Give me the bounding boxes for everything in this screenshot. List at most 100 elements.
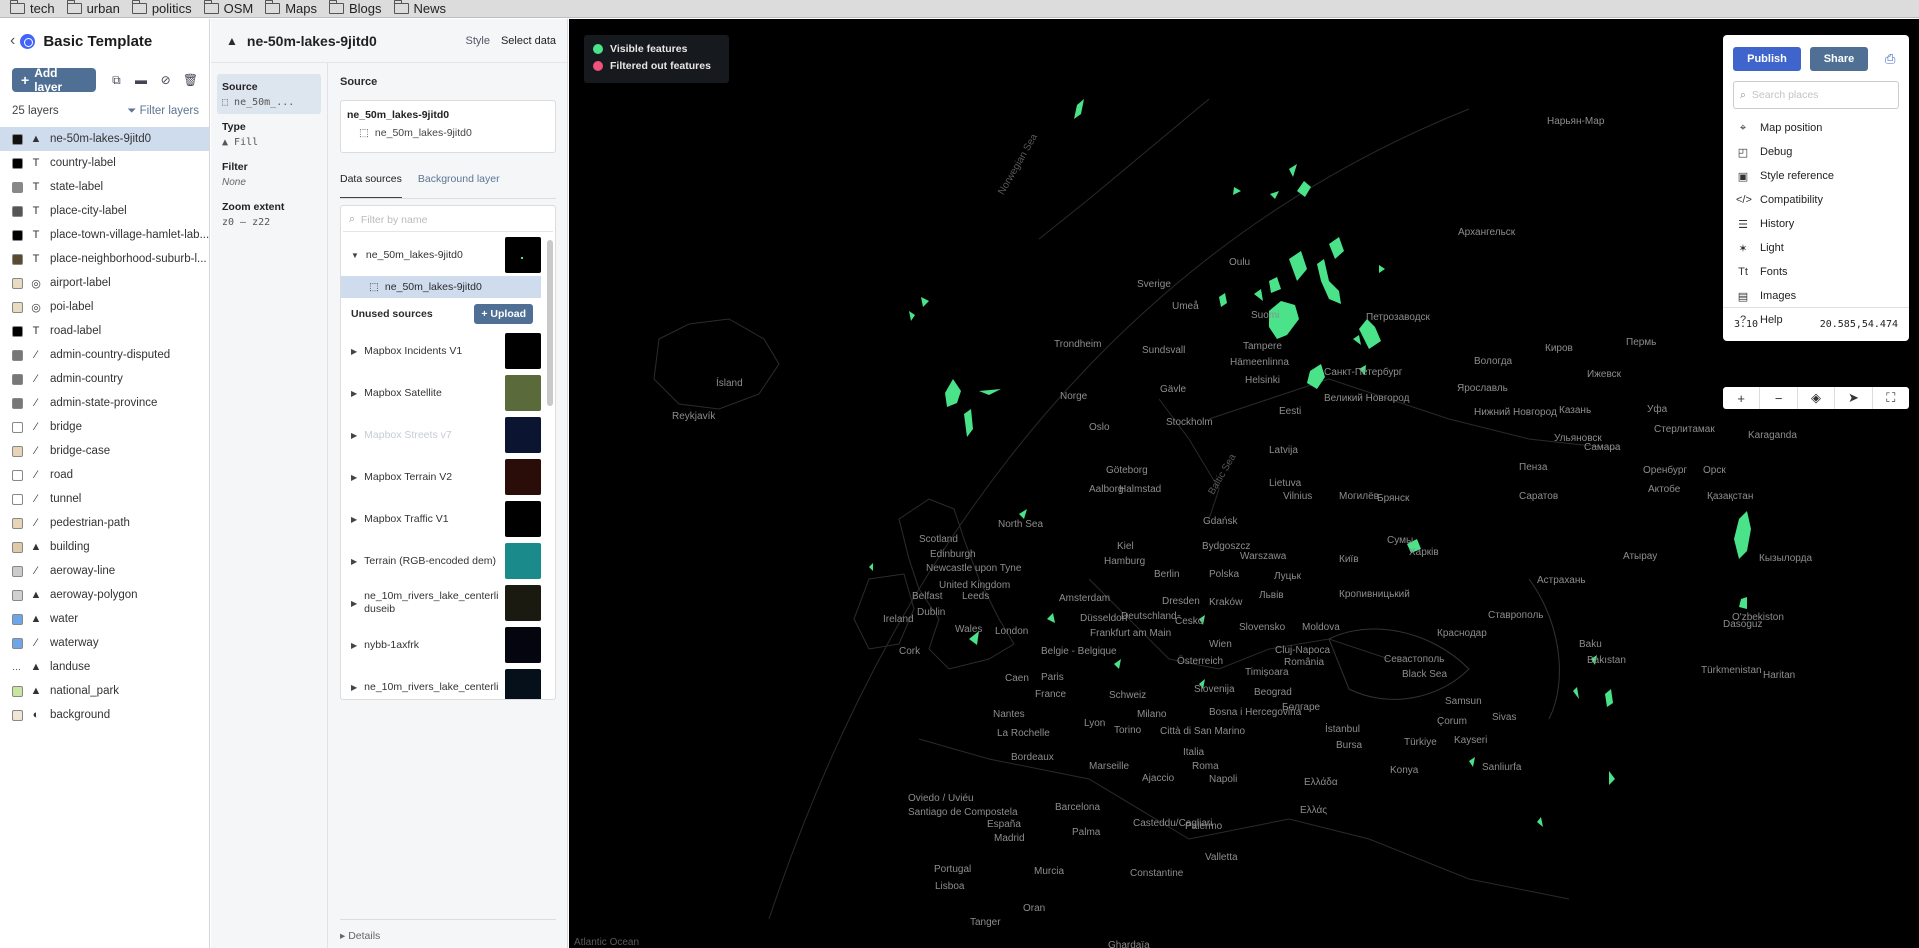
place-label: Санкт-Петербург — [1324, 367, 1403, 378]
menu-item-debug[interactable]: ◰ Debug — [1723, 140, 1909, 164]
zoom-out-button[interactable]: − — [1760, 387, 1798, 409]
add-layer-button[interactable]: + Add layer — [12, 66, 97, 94]
layer-row-airport-label[interactable]: ◎ airport-label — [0, 271, 209, 295]
menu-item-light[interactable]: ✶ Light — [1723, 236, 1909, 260]
filter-property[interactable]: Filter None — [211, 154, 321, 194]
layer-row-admin-state-province[interactable]: ⁄ admin-state-province — [0, 391, 209, 415]
layer-row-landuse[interactable]: … ▲ landuse — [0, 655, 209, 679]
layer-row-water[interactable]: ▲ water — [0, 607, 209, 631]
map-canvas[interactable]: Нарьян-Мар Архангельск Oulu Sverige Umeå Suom… — [569, 19, 1919, 948]
source-list-scrollbar[interactable] — [547, 240, 553, 406]
layer-color-swatch — [12, 181, 23, 193]
unused-source-row[interactable]: ▶ ne_10m_rivers_lake_centerli — [341, 666, 541, 699]
bookmark-politics[interactable]: politics — [131, 0, 192, 16]
unused-source-row[interactable]: ▶ Mapbox Traffic V1 — [341, 498, 541, 540]
source-search-placeholder: Filter by name — [360, 213, 428, 226]
layer-row-place-neighborhood-suburb-l...[interactable]: Tplace-neighborhood-suburb-l... — [0, 247, 209, 271]
place-label: Çorum — [1437, 716, 1468, 727]
details-toggle[interactable]: ▸ Details — [340, 919, 556, 942]
layer-row-background[interactable]: ◐ background — [0, 703, 209, 727]
layer-row-national_park[interactable]: ▲ national_park — [0, 679, 209, 703]
layer-row-building[interactable]: ▲ building — [0, 535, 209, 559]
unused-source-row[interactable]: ▶ Mapbox Satellite — [341, 372, 541, 414]
menu-item-map-position[interactable]: ⌖ Map position — [1723, 116, 1909, 140]
layer-row-poi-label[interactable]: ◎ poi-label — [0, 295, 209, 319]
bookmark-maps[interactable]: Maps — [265, 0, 317, 16]
search-icon: ⌕ — [1740, 88, 1746, 101]
menu-item-compatibility[interactable]: </> Compatibility — [1723, 188, 1909, 212]
unused-source-row[interactable]: ▶ Mapbox Terrain V2 — [341, 456, 541, 498]
background-type-icon: ◐ — [32, 709, 40, 721]
place-label: Eesti — [1279, 406, 1302, 417]
style-title[interactable]: Basic Template — [43, 33, 152, 50]
layer-row-ne-50m-lakes-9jitd0[interactable]: ▲ ne-50m-lakes-9jitd0 — [0, 127, 209, 151]
back-icon[interactable]: ‹ — [10, 32, 15, 50]
unused-source-row[interactable]: ▶ Terrain (RGB-encoded dem) — [341, 540, 541, 582]
share-button[interactable]: Share — [1810, 47, 1868, 71]
bookmark-blogs[interactable]: Blogs — [329, 0, 382, 16]
layer-row-waterway[interactable]: ⁄ waterway — [0, 631, 209, 655]
compass-button[interactable]: ➤ — [1835, 387, 1873, 409]
layer-row-place-city-label[interactable]: Tplace-city-label — [0, 199, 209, 223]
layer-title[interactable]: ne-50m-lakes-9jitd0 — [247, 33, 377, 49]
source-search-input[interactable]: ⌕ Filter by name — [343, 208, 553, 232]
source-property[interactable]: Source ⬚ ne_50m_... — [217, 74, 321, 114]
lake-balkhash-feature — [1734, 511, 1751, 559]
current-source-card[interactable]: ne_50m_lakes-9jitd0 ⬚ ne_50m_lakes-9jitd0 — [340, 100, 556, 153]
layer-name: admin-country — [50, 373, 123, 385]
publish-button[interactable]: Publish — [1733, 47, 1801, 71]
unused-source-row[interactable]: ▶ Mapbox Incidents V1 — [341, 330, 541, 372]
zoom-in-button[interactable]: + — [1723, 387, 1761, 409]
duplicate-icon[interactable]: ⧉ — [110, 73, 123, 87]
tab-background-layer[interactable]: Background layer — [418, 173, 500, 198]
folder-icon[interactable]: ▬ — [135, 73, 148, 87]
layer-color-swatch — [12, 517, 23, 529]
bookmark-osm[interactable]: OSM — [203, 0, 253, 16]
fullscreen-button[interactable]: ⛶ — [1873, 387, 1909, 409]
layer-row-place-town-village-hamlet-lab...[interactable]: Tplace-town-village-hamlet-lab... — [0, 223, 209, 247]
layer-row-pedestrian-path[interactable]: ⁄ pedestrian-path — [0, 511, 209, 535]
search-places-input[interactable]: ⌕ Search places — [1733, 81, 1899, 109]
layer-row-admin-country[interactable]: ⁄ admin-country — [0, 367, 209, 391]
inspect-button[interactable]: ◈ — [1798, 387, 1836, 409]
hide-icon[interactable]: ⊘ — [159, 73, 172, 87]
caret-right-icon: ▶ — [351, 346, 358, 356]
layer-row-state-label[interactable]: Tstate-label — [0, 175, 209, 199]
layer-row-road-label[interactable]: Troad-label — [0, 319, 209, 343]
tab-select-data[interactable]: Select data — [501, 35, 556, 47]
unused-source-row[interactable]: ▶ Mapbox Streets v7 — [341, 414, 541, 456]
used-source-row[interactable]: ▼ ne_50m_lakes-9jitd0 — [341, 234, 541, 276]
layer-row-bridge-case[interactable]: ⁄ bridge-case — [0, 439, 209, 463]
bookmark-label: urban — [86, 1, 120, 16]
menu-item-style-reference[interactable]: ▣ Style reference — [1723, 164, 1909, 188]
menu-item-history[interactable]: ☰ History — [1723, 212, 1909, 236]
zoom-property[interactable]: Zoom extent z0 — z22 — [211, 194, 321, 234]
layer-row-bridge[interactable]: ⁄ bridge — [0, 415, 209, 439]
filter-layers-button[interactable]: ⏷ Filter layers — [127, 105, 199, 118]
place-label: Valletta — [1205, 852, 1238, 863]
upload-button[interactable]: + Upload — [474, 304, 533, 324]
layer-row-road[interactable]: ⁄ road — [0, 463, 209, 487]
place-label: Trondheim — [1054, 339, 1102, 350]
tab-style[interactable]: Style — [465, 35, 489, 47]
tab-data-sources[interactable]: Data sources — [340, 173, 402, 198]
bookmark-urban[interactable]: urban — [66, 0, 120, 16]
bookmark-news[interactable]: News — [393, 0, 446, 16]
folder-icon — [10, 0, 25, 14]
layer-row-aeroway-line[interactable]: ⁄ aeroway-line — [0, 559, 209, 583]
menu-item-fonts[interactable]: Tt Fonts — [1723, 260, 1909, 284]
unused-source-row[interactable]: ▶ nybb-1axfrk — [341, 624, 541, 666]
layer-row-tunnel[interactable]: ⁄ tunnel — [0, 487, 209, 511]
layer-row-aeroway-polygon[interactable]: ▲ aeroway-polygon — [0, 583, 209, 607]
layer-count: 25 layers — [12, 105, 59, 117]
layer-row-country-label[interactable]: Tcountry-label — [0, 151, 209, 175]
menu-item-images[interactable]: ▤ Images — [1723, 284, 1909, 308]
type-property[interactable]: Type ▲ Fill — [211, 114, 321, 154]
place-label: Slovensko — [1239, 622, 1286, 633]
layer-row-admin-country-disputed[interactable]: ⁄ admin-country-disputed — [0, 343, 209, 367]
bookmark-tech[interactable]: tech — [10, 0, 55, 16]
used-source-layer-row[interactable]: ⬚ ne_50m_lakes-9jitd0 — [341, 276, 541, 298]
trash-icon[interactable]: 🗑 — [183, 73, 198, 87]
print-icon[interactable]: ⎙ — [1885, 51, 1895, 67]
unused-source-row[interactable]: ▶ ne_10m_rivers_lake_centerli duseib — [341, 582, 541, 624]
